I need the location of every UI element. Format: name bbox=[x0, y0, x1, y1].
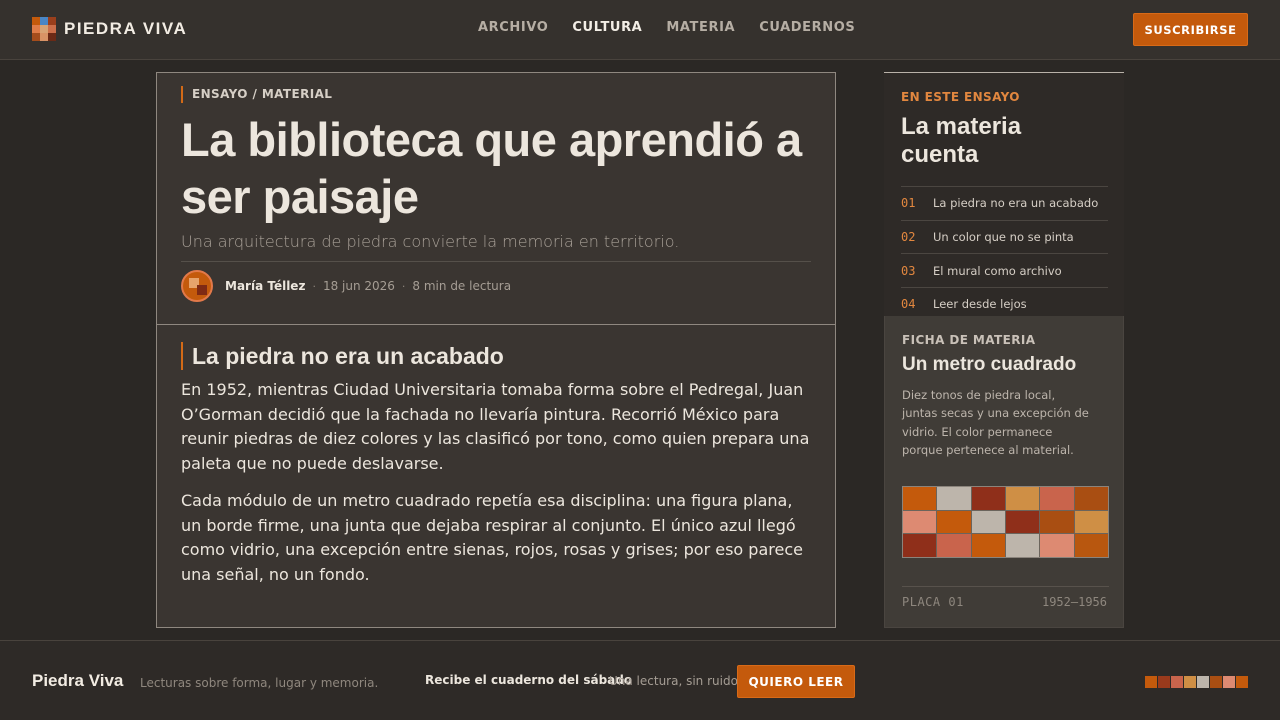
stone-swatch bbox=[903, 510, 937, 534]
body-paragraph: En 1952, mientras Ciudad Universitaria t… bbox=[181, 380, 810, 474]
newsletter-label: Recibe el cuaderno del sábado bbox=[425, 673, 633, 687]
nav-archivo[interactable]: ARCHIVO bbox=[478, 20, 548, 35]
material-card: FICHA DE MATERIA Un metro cuadrado Diez … bbox=[884, 316, 1124, 628]
article-header-card: ENSAYO / MATERIAL La biblioteca que apre… bbox=[156, 72, 836, 325]
main-nav: ARCHIVO CULTURA MATERIA CUADERNOS bbox=[478, 20, 879, 35]
toc-item[interactable]: 02 Un color que no se pinta bbox=[901, 219, 1108, 254]
footer-swatch bbox=[1223, 676, 1235, 688]
subscribe-button[interactable]: SUSCRIBIRSE bbox=[1133, 13, 1248, 46]
toc-title: La materia cuenta bbox=[901, 113, 1022, 168]
author-name[interactable]: María Téllez bbox=[225, 279, 305, 293]
newsletter-cta-button[interactable]: QUIERO LEER bbox=[737, 665, 855, 698]
read-time: 8 min de lectura bbox=[412, 279, 512, 293]
footer-swatch bbox=[1184, 676, 1196, 688]
site-header: PIEDRA VIVA ARCHIVO CULTURA MATERIA CUAD… bbox=[0, 0, 1280, 60]
stone-swatch bbox=[1074, 534, 1108, 557]
stone-swatch bbox=[1074, 510, 1108, 534]
section-heading: La piedra no era un acabado bbox=[181, 342, 504, 370]
stone-swatch bbox=[937, 534, 971, 557]
mosaic-logo-icon bbox=[32, 17, 56, 41]
footer-swatch-strip bbox=[1145, 676, 1249, 688]
author-avatar[interactable] bbox=[181, 270, 213, 302]
toc-number: 03 bbox=[901, 263, 916, 278]
stone-swatch bbox=[903, 487, 937, 510]
material-title: Un metro cuadrado bbox=[902, 354, 1077, 375]
footer-swatch bbox=[1145, 676, 1157, 688]
toc-link-text: Leer desde lejos bbox=[933, 297, 1027, 312]
nav-cultura[interactable]: CULTURA bbox=[572, 20, 642, 35]
toc-number: 01 bbox=[901, 196, 916, 211]
footer-swatch bbox=[1158, 676, 1170, 688]
toc-link-text: El mural como archivo bbox=[933, 263, 1062, 278]
separator-dot: · bbox=[312, 279, 316, 293]
article-title: La biblioteca que aprendió a ser paisaje bbox=[181, 113, 802, 223]
logo-tile bbox=[40, 17, 48, 25]
stone-swatch bbox=[1040, 487, 1074, 510]
plate-years: 1952–1956 bbox=[1041, 595, 1107, 609]
site-footer: Piedra Viva Lecturas sobre forma, lugar … bbox=[0, 640, 1280, 720]
meta-divider bbox=[181, 261, 811, 262]
newsletter-subtext: Una lectura, sin ruido. bbox=[609, 674, 742, 688]
logo-tile bbox=[48, 17, 56, 25]
logo-tile bbox=[48, 25, 56, 33]
logo-tile bbox=[32, 25, 40, 33]
footer-swatch bbox=[1236, 676, 1248, 688]
logo-tile bbox=[40, 33, 48, 41]
plate-label: PLACA 01 bbox=[902, 595, 964, 609]
toc-label: EN ESTE ENSAYO bbox=[901, 90, 1020, 104]
stone-swatch bbox=[937, 487, 971, 510]
article-kicker[interactable]: ENSAYO / MATERIAL bbox=[181, 86, 332, 103]
body-paragraph: Cada módulo de un metro cuadrado repetía… bbox=[181, 491, 803, 585]
stone-swatch bbox=[971, 510, 1005, 534]
stone-swatch bbox=[1074, 487, 1108, 510]
stone-swatch bbox=[1040, 534, 1074, 557]
stone-swatch bbox=[1005, 510, 1040, 534]
logo-tile bbox=[32, 17, 40, 25]
stone-swatch bbox=[1005, 487, 1040, 510]
toc-item[interactable]: 01 La piedra no era un acabado bbox=[901, 186, 1108, 220]
toc-item[interactable]: 03 El mural como archivo bbox=[901, 253, 1108, 287]
toc-list: 01 La piedra no era un acabado 02 Un col… bbox=[901, 186, 1108, 321]
footer-swatch bbox=[1210, 676, 1222, 688]
brand-name: PIEDRA VIVA bbox=[64, 19, 188, 38]
article-body-card: La piedra no era un acabado En 1952, mie… bbox=[156, 324, 836, 628]
nav-materia[interactable]: MATERIA bbox=[666, 20, 735, 35]
material-description: Diez tonos de piedra local, juntas secas… bbox=[902, 388, 1089, 458]
brand-logo-link[interactable]: PIEDRA VIVA bbox=[32, 17, 187, 41]
toc-number: 04 bbox=[901, 297, 916, 312]
stone-swatch bbox=[903, 534, 937, 557]
toc-link-text: La piedra no era un acabado bbox=[933, 196, 1099, 211]
material-label: FICHA DE MATERIA bbox=[902, 333, 1036, 347]
publish-date: 18 jun 2026 bbox=[322, 279, 395, 293]
byline: María Téllez · 18 jun 2026 · 8 min de le… bbox=[181, 270, 511, 302]
logo-tile bbox=[32, 33, 40, 41]
article-subtitle: Una arquitectura de piedra convierte la … bbox=[181, 232, 680, 251]
table-of-contents: EN ESTE ENSAYO La materia cuenta 01 La p… bbox=[884, 72, 1124, 316]
nav-cuadernos[interactable]: CUADERNOS bbox=[759, 20, 855, 35]
footer-swatch bbox=[1171, 676, 1183, 688]
logo-tile bbox=[48, 33, 56, 41]
logo-tile bbox=[40, 25, 48, 33]
toc-link-text: Un color que no se pinta bbox=[933, 230, 1074, 245]
material-divider bbox=[902, 586, 1109, 587]
footer-swatch bbox=[1197, 676, 1209, 688]
toc-number: 02 bbox=[901, 230, 916, 245]
stone-swatch bbox=[971, 534, 1005, 557]
stone-swatch bbox=[1005, 534, 1040, 557]
footer-brand[interactable]: Piedra Viva bbox=[32, 671, 123, 691]
stone-swatch bbox=[971, 487, 1005, 510]
footer-tagline: Lecturas sobre forma, lugar y memoria. bbox=[140, 676, 379, 690]
stone-swatch bbox=[1040, 510, 1074, 534]
separator-dot: · bbox=[401, 279, 406, 293]
stone-swatch-grid bbox=[902, 486, 1109, 558]
stone-swatch bbox=[937, 510, 971, 534]
